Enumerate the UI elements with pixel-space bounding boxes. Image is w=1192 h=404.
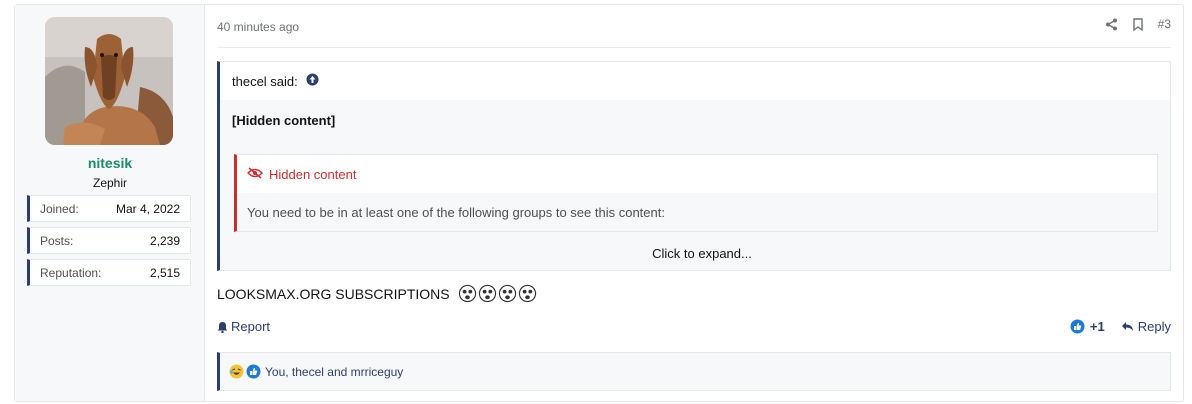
stat-label: Joined: xyxy=(40,201,79,216)
post-actions: Report +1 Reply xyxy=(217,319,1171,339)
thumbs-up-icon xyxy=(246,364,261,379)
quote-header: thecel said: xyxy=(220,62,1170,100)
shocked-face-icon xyxy=(498,284,516,303)
hidden-content-title: Hidden content xyxy=(269,166,357,182)
user-title: Zephir xyxy=(92,176,127,190)
hidden-content-message: You need to be in at least one of the fo… xyxy=(237,193,1157,231)
click-to-expand[interactable]: Click to expand... xyxy=(234,236,1170,270)
stat-reputation: Reputation: 2,515 xyxy=(27,259,191,286)
hidden-content-header: Hidden content xyxy=(237,155,1157,193)
stat-label: Reputation: xyxy=(40,265,102,280)
stat-value: 2,239 xyxy=(149,233,180,248)
laughing-emoji-icon xyxy=(229,364,244,379)
bell-icon xyxy=(217,321,228,333)
reply-button[interactable]: Reply xyxy=(1121,319,1171,334)
reply-arrow-icon xyxy=(1121,322,1133,331)
post-actions-right: +1 Reply xyxy=(1070,319,1171,334)
post-header: 40 minutes ago #3 xyxy=(217,5,1171,48)
shocked-face-icon xyxy=(458,284,476,303)
reactions-list[interactable]: You, thecel and mrriceguy xyxy=(265,365,403,379)
report-button[interactable]: Report xyxy=(217,319,270,334)
emoji-group xyxy=(458,284,537,303)
reaction-count: +1 xyxy=(1089,319,1105,334)
report-label: Report xyxy=(231,319,271,334)
bookmark-icon[interactable] xyxy=(1132,17,1144,31)
stat-joined: Joined: Mar 4, 2022 xyxy=(27,195,191,222)
stat-posts: Posts: 2,239 xyxy=(27,227,191,254)
quote-body: [Hidden content] xyxy=(232,113,336,128)
post-main: 40 minutes ago #3 thecel said: [Hidden c… xyxy=(205,5,1183,401)
user-sidebar: nitesik Zephir Joined: Mar 4, 2022 Posts… xyxy=(15,5,205,401)
post-number[interactable]: #3 xyxy=(1158,17,1171,31)
eye-slash-icon xyxy=(247,166,263,182)
post-text: LOOKSMAX.ORG SUBSCRIPTIONS xyxy=(217,284,537,303)
stat-value: 2,515 xyxy=(149,265,180,280)
shocked-face-icon xyxy=(478,284,496,303)
post: nitesik Zephir Joined: Mar 4, 2022 Posts… xyxy=(14,4,1184,402)
jump-to-quote-icon[interactable] xyxy=(306,73,319,89)
avatar[interactable] xyxy=(45,17,173,145)
post-header-actions: #3 xyxy=(1105,17,1171,31)
username[interactable]: nitesik xyxy=(15,155,205,171)
reply-label: Reply xyxy=(1137,319,1171,334)
stat-label: Posts: xyxy=(40,233,74,248)
stat-value: Mar 4, 2022 xyxy=(115,201,180,216)
shocked-face-icon xyxy=(518,284,536,303)
hidden-content-box: Hidden content You need to be in at leas… xyxy=(234,154,1158,232)
thumbs-up-icon xyxy=(1070,319,1085,334)
share-icon[interactable] xyxy=(1105,18,1118,31)
react-button[interactable]: +1 xyxy=(1070,319,1105,334)
post-text-content: LOOKSMAX.ORG SUBSCRIPTIONS xyxy=(217,285,450,302)
reactions-bar: You, thecel and mrriceguy xyxy=(217,352,1171,391)
quote-block: thecel said: [Hidden content] Hidden con… xyxy=(217,61,1171,271)
post-timestamp[interactable]: 40 minutes ago xyxy=(217,20,299,34)
quote-author[interactable]: thecel said: xyxy=(232,74,298,89)
